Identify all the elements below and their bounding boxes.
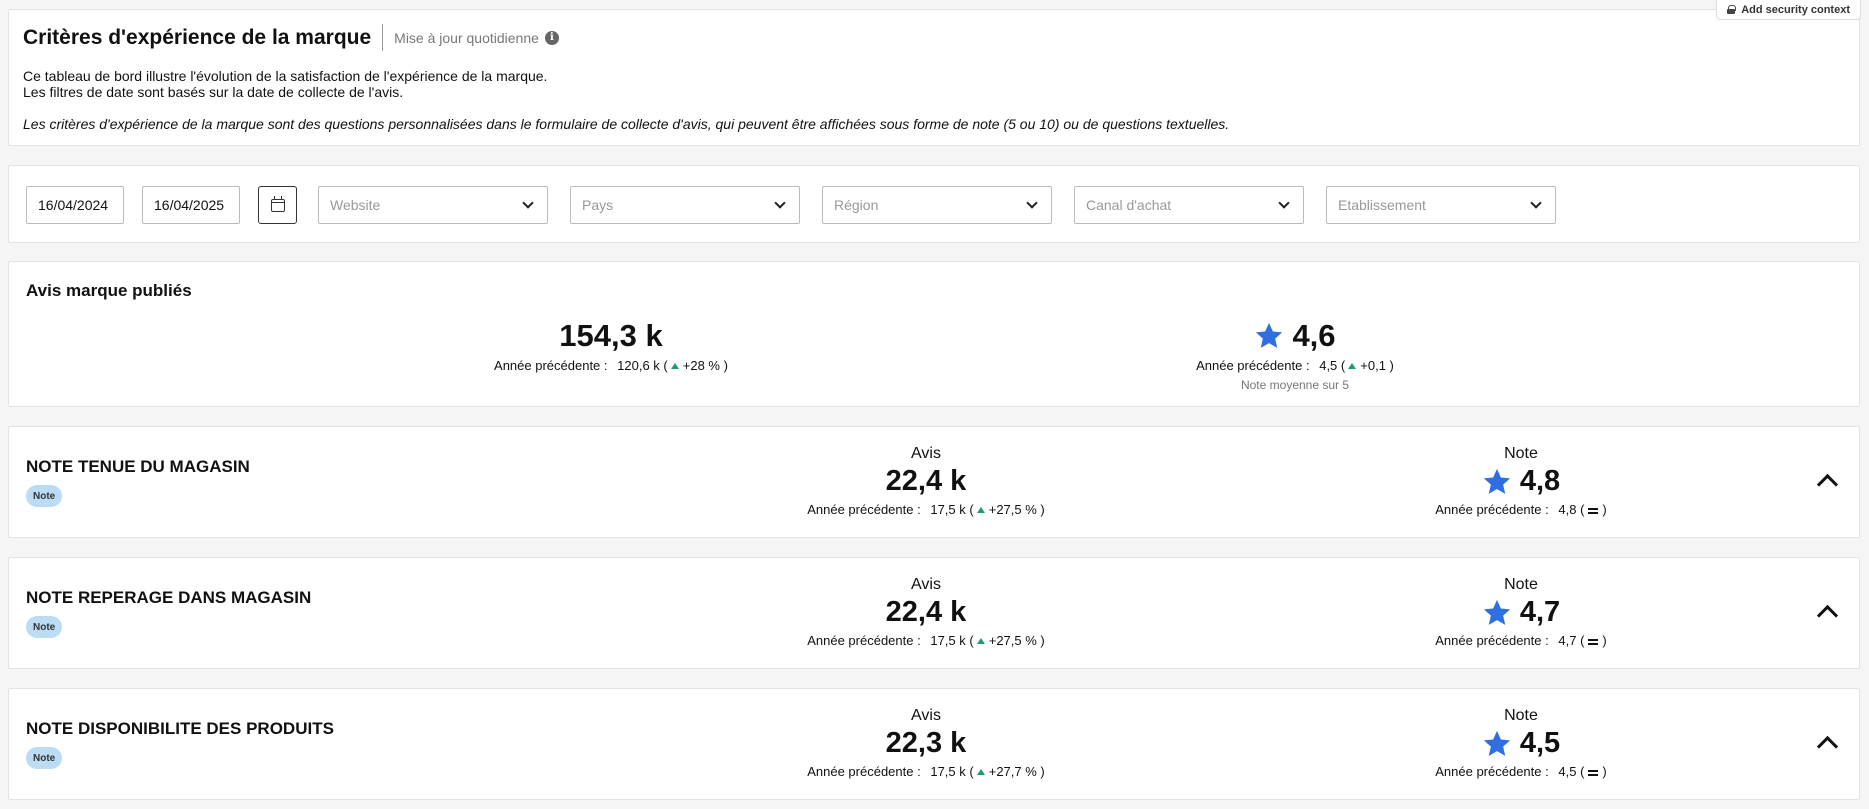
title-row: Critères d'expérience de la marque Mise … xyxy=(23,24,559,51)
reviews-metric: 154,3 k Année précédente : 120,6 k (+28 … xyxy=(411,318,811,373)
criteria-title: NOTE REPERAGE DANS MAGASIN xyxy=(26,588,312,607)
etablissement-placeholder: Etablissement xyxy=(1338,197,1426,213)
filter-bar: 16/04/2024 16/04/2025 Website Pays Régio… xyxy=(8,165,1860,243)
reviews-previous-year: Année précédente : 120,6 k (+28 % ) xyxy=(494,358,728,373)
description-italic: Les critères d'expérience de la marque s… xyxy=(23,116,1230,132)
criteria-note-metric: Note 4,5 Année précédente : 4,5 () xyxy=(1321,707,1721,779)
website-placeholder: Website xyxy=(330,197,381,213)
trend-up-icon xyxy=(670,362,679,369)
summary-title: Avis marque publiés xyxy=(26,281,192,300)
note-badge: Note xyxy=(26,747,63,769)
summary-card: Avis marque publiés 154,3 k Année précéd… xyxy=(8,261,1860,407)
criteria-avis-metric: Avis 22,4 k Année précédente : 17,5 k (+… xyxy=(726,576,1126,648)
region-select[interactable]: Région xyxy=(822,186,1052,224)
rating-value: 4,6 xyxy=(1095,318,1495,354)
criteria-note-metric: Note 4,7 Année précédente : 4,7 () xyxy=(1321,576,1721,648)
rating-metric: 4,6 Année précédente : 4,5 (+0,1 ) Note … xyxy=(1095,318,1495,392)
collapse-chevron-up-icon[interactable] xyxy=(1817,471,1837,491)
info-icon[interactable]: i xyxy=(544,30,559,45)
star-icon xyxy=(1483,730,1510,756)
criteria-avis-metric: Avis 22,3 k Année précédente : 17,5 k (+… xyxy=(726,707,1126,779)
star-icon xyxy=(1483,599,1510,625)
start-date-input[interactable]: 16/04/2024 xyxy=(26,186,124,224)
end-date-input[interactable]: 16/04/2025 xyxy=(142,186,240,224)
title-divider xyxy=(382,24,384,51)
chevron-down-icon xyxy=(522,197,534,209)
star-icon xyxy=(1483,468,1510,494)
star-icon xyxy=(1256,322,1283,348)
description: Ce tableau de bord illustre l'évolution … xyxy=(23,68,547,100)
equal-icon xyxy=(1588,507,1599,514)
criteria-title: NOTE TENUE DU MAGASIN xyxy=(26,457,250,476)
criteria-card: NOTE DISPONIBILITE DES PRODUITS Note Avi… xyxy=(8,688,1860,800)
description-line-1: Ce tableau de bord illustre l'évolution … xyxy=(23,68,548,84)
trend-up-icon xyxy=(976,637,985,644)
chevron-down-icon xyxy=(774,197,786,209)
criteria-note-previous: Année précédente : 4,8 () xyxy=(1435,502,1607,517)
criteria-note-metric: Note 4,8 Année précédente : 4,8 () xyxy=(1321,445,1721,517)
trend-up-icon xyxy=(1348,362,1357,369)
note-badge: Note xyxy=(26,485,63,507)
rating-note: Note moyenne sur 5 xyxy=(1240,378,1350,392)
security-button-label: Add security context xyxy=(1741,3,1850,16)
header-card: Critères d'expérience de la marque Mise … xyxy=(8,9,1860,146)
trend-up-icon xyxy=(976,506,985,513)
criteria-note-previous: Année précédente : 4,5 () xyxy=(1435,764,1607,779)
criteria-avis-previous: Année précédente : 17,5 k (+27,5 % ) xyxy=(807,502,1045,517)
criteria-avis-previous: Année précédente : 17,5 k (+27,5 % ) xyxy=(807,633,1045,648)
update-frequency-label: Mise à jour quotidienne xyxy=(394,29,539,46)
calendar-button[interactable] xyxy=(258,186,297,224)
chevron-down-icon xyxy=(1278,197,1290,209)
canal-placeholder: Canal d'achat xyxy=(1086,197,1172,213)
note-badge: Note xyxy=(26,616,63,638)
region-placeholder: Région xyxy=(834,197,879,213)
description-line-2: Les filtres de date sont basés sur la da… xyxy=(23,84,404,100)
calendar-icon xyxy=(270,195,285,212)
collapse-chevron-up-icon[interactable] xyxy=(1817,602,1837,622)
collapse-chevron-up-icon[interactable] xyxy=(1817,733,1837,753)
trend-up-icon xyxy=(976,768,985,775)
add-security-context-button[interactable]: Add security context xyxy=(1716,0,1861,20)
reviews-value: 154,3 k xyxy=(559,318,663,353)
rating-previous-year: Année précédente : 4,5 (+0,1 ) xyxy=(1196,358,1394,373)
canal-achat-select[interactable]: Canal d'achat xyxy=(1074,186,1304,224)
equal-icon xyxy=(1588,769,1599,776)
criteria-card: NOTE TENUE DU MAGASIN Note Avis 22,4 k A… xyxy=(8,426,1860,538)
chevron-down-icon xyxy=(1530,197,1542,209)
pays-select[interactable]: Pays xyxy=(570,186,800,224)
criteria-note-previous: Année précédente : 4,7 () xyxy=(1435,633,1607,648)
website-select[interactable]: Website xyxy=(318,186,548,224)
lock-icon xyxy=(1727,5,1737,14)
criteria-avis-previous: Année précédente : 17,5 k (+27,7 % ) xyxy=(807,764,1045,779)
criteria-avis-metric: Avis 22,4 k Année précédente : 17,5 k (+… xyxy=(726,445,1126,517)
chevron-down-icon xyxy=(1026,197,1038,209)
criteria-title: NOTE DISPONIBILITE DES PRODUITS xyxy=(26,719,334,738)
criteria-card: NOTE REPERAGE DANS MAGASIN Note Avis 22,… xyxy=(8,557,1860,669)
pays-placeholder: Pays xyxy=(582,197,614,213)
equal-icon xyxy=(1588,638,1599,645)
etablissement-select[interactable]: Etablissement xyxy=(1326,186,1556,224)
page-title: Critères d'expérience de la marque xyxy=(23,25,372,49)
